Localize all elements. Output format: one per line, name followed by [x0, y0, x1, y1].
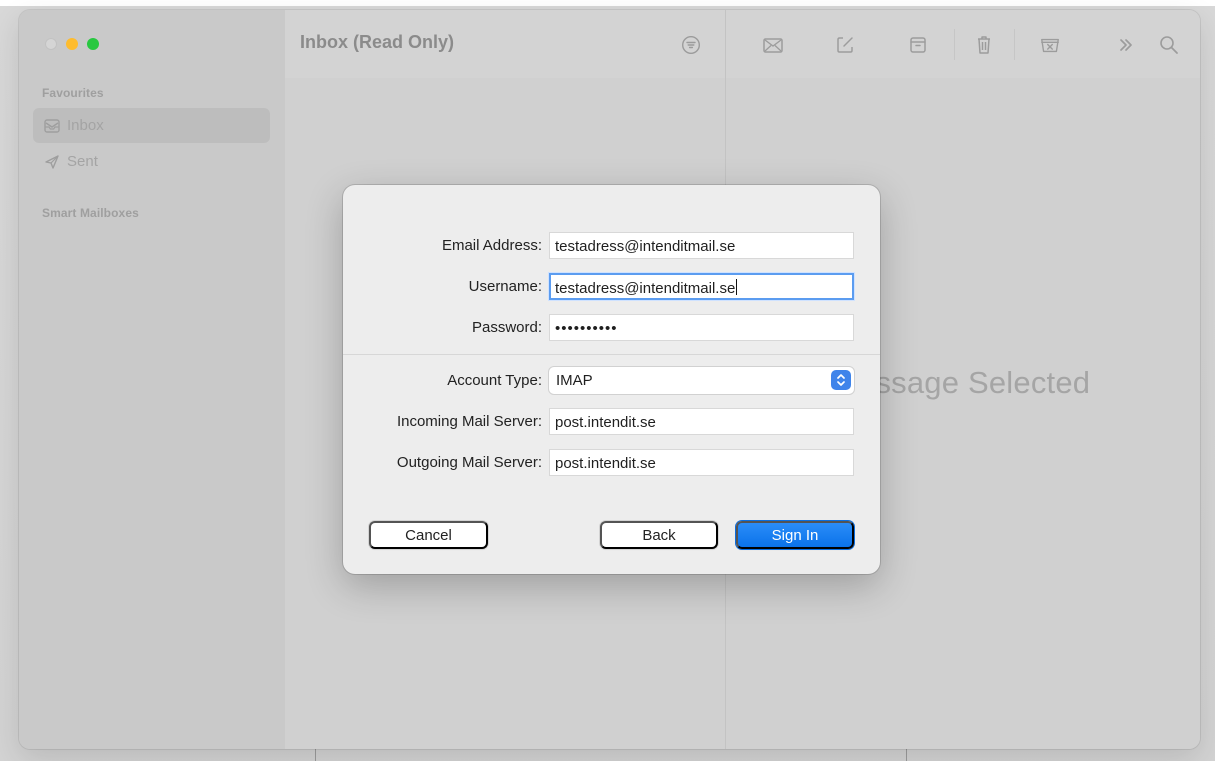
account-type-row: Account Type: IMAP: [343, 367, 880, 394]
cancel-button[interactable]: Cancel: [369, 521, 488, 549]
sign-in-button[interactable]: Sign In: [736, 521, 854, 549]
more-icon[interactable]: [1115, 34, 1137, 56]
account-type-select[interactable]: IMAP: [549, 367, 854, 394]
username-field-row: Username: testadress@intenditmail.se: [343, 273, 880, 300]
message-list-header: Inbox (Read Only): [285, 10, 725, 78]
window-controls: [45, 38, 99, 50]
text-cursor: [736, 279, 738, 295]
archive-icon[interactable]: [907, 34, 929, 56]
account-type-value: IMAP: [556, 372, 593, 389]
sidebar-item-label: Sent: [67, 153, 98, 170]
toolbar-separator: [954, 29, 955, 60]
desktop: Favourites Inbox Sent Smart Mailboxes In…: [0, 0, 1215, 761]
minimize-window-button[interactable]: [66, 38, 78, 50]
toolbar-separator: [1014, 29, 1015, 60]
account-type-label: Account Type:: [447, 372, 542, 389]
compose-icon[interactable]: [834, 34, 856, 56]
search-icon[interactable]: [1158, 34, 1180, 56]
incoming-server-label: Incoming Mail Server:: [396, 413, 542, 430]
password-label: Password:: [471, 319, 542, 336]
sidebar-item-label: Inbox: [67, 117, 104, 134]
empty-message-placeholder: essage Selected: [858, 365, 1091, 400]
password-field-row: Password: ••••••••••: [343, 314, 880, 341]
mailbox-title: Inbox (Read Only): [300, 32, 455, 52]
sidebar-item-inbox[interactable]: Inbox: [33, 108, 270, 143]
username-field[interactable]: testadress@intenditmail.se: [549, 273, 854, 300]
select-arrows-icon: [831, 370, 851, 390]
dialog-separator: [343, 354, 880, 355]
favourites-heading: Favourites: [42, 86, 104, 100]
sidebar-item-sent[interactable]: Sent: [33, 144, 270, 179]
username-value: testadress@intenditmail.se: [555, 280, 736, 297]
back-button[interactable]: Back: [600, 521, 718, 549]
sidebar: Favourites Inbox Sent Smart Mailboxes: [19, 10, 285, 749]
email-field[interactable]: testadress@intenditmail.se: [549, 232, 854, 259]
outgoing-server-row: Outgoing Mail Server: post.intendit.se: [343, 449, 880, 476]
outgoing-server-field[interactable]: post.intendit.se: [549, 449, 854, 476]
paper-plane-icon: [43, 153, 61, 171]
account-setup-dialog: Email Address: testadress@intenditmail.s…: [343, 185, 880, 574]
username-label: Username:: [468, 278, 542, 295]
password-field[interactable]: ••••••••••: [549, 314, 854, 341]
close-window-button[interactable]: [45, 38, 57, 50]
incoming-server-field[interactable]: post.intendit.se: [549, 408, 854, 435]
message-toolbar: [726, 10, 1200, 78]
incoming-server-row: Incoming Mail Server: post.intendit.se: [343, 408, 880, 435]
email-field-row: Email Address: testadress@intenditmail.s…: [343, 232, 880, 259]
maximize-window-button[interactable]: [87, 38, 99, 50]
email-label: Email Address:: [441, 237, 542, 254]
envelope-icon[interactable]: [762, 34, 784, 56]
junk-icon[interactable]: [1039, 34, 1061, 56]
smart-mailboxes-heading: Smart Mailboxes: [42, 206, 139, 220]
trash-icon[interactable]: [973, 34, 995, 56]
outgoing-server-label: Outgoing Mail Server:: [396, 454, 542, 471]
filter-icon[interactable]: [681, 35, 701, 55]
inbox-icon: [43, 117, 61, 135]
